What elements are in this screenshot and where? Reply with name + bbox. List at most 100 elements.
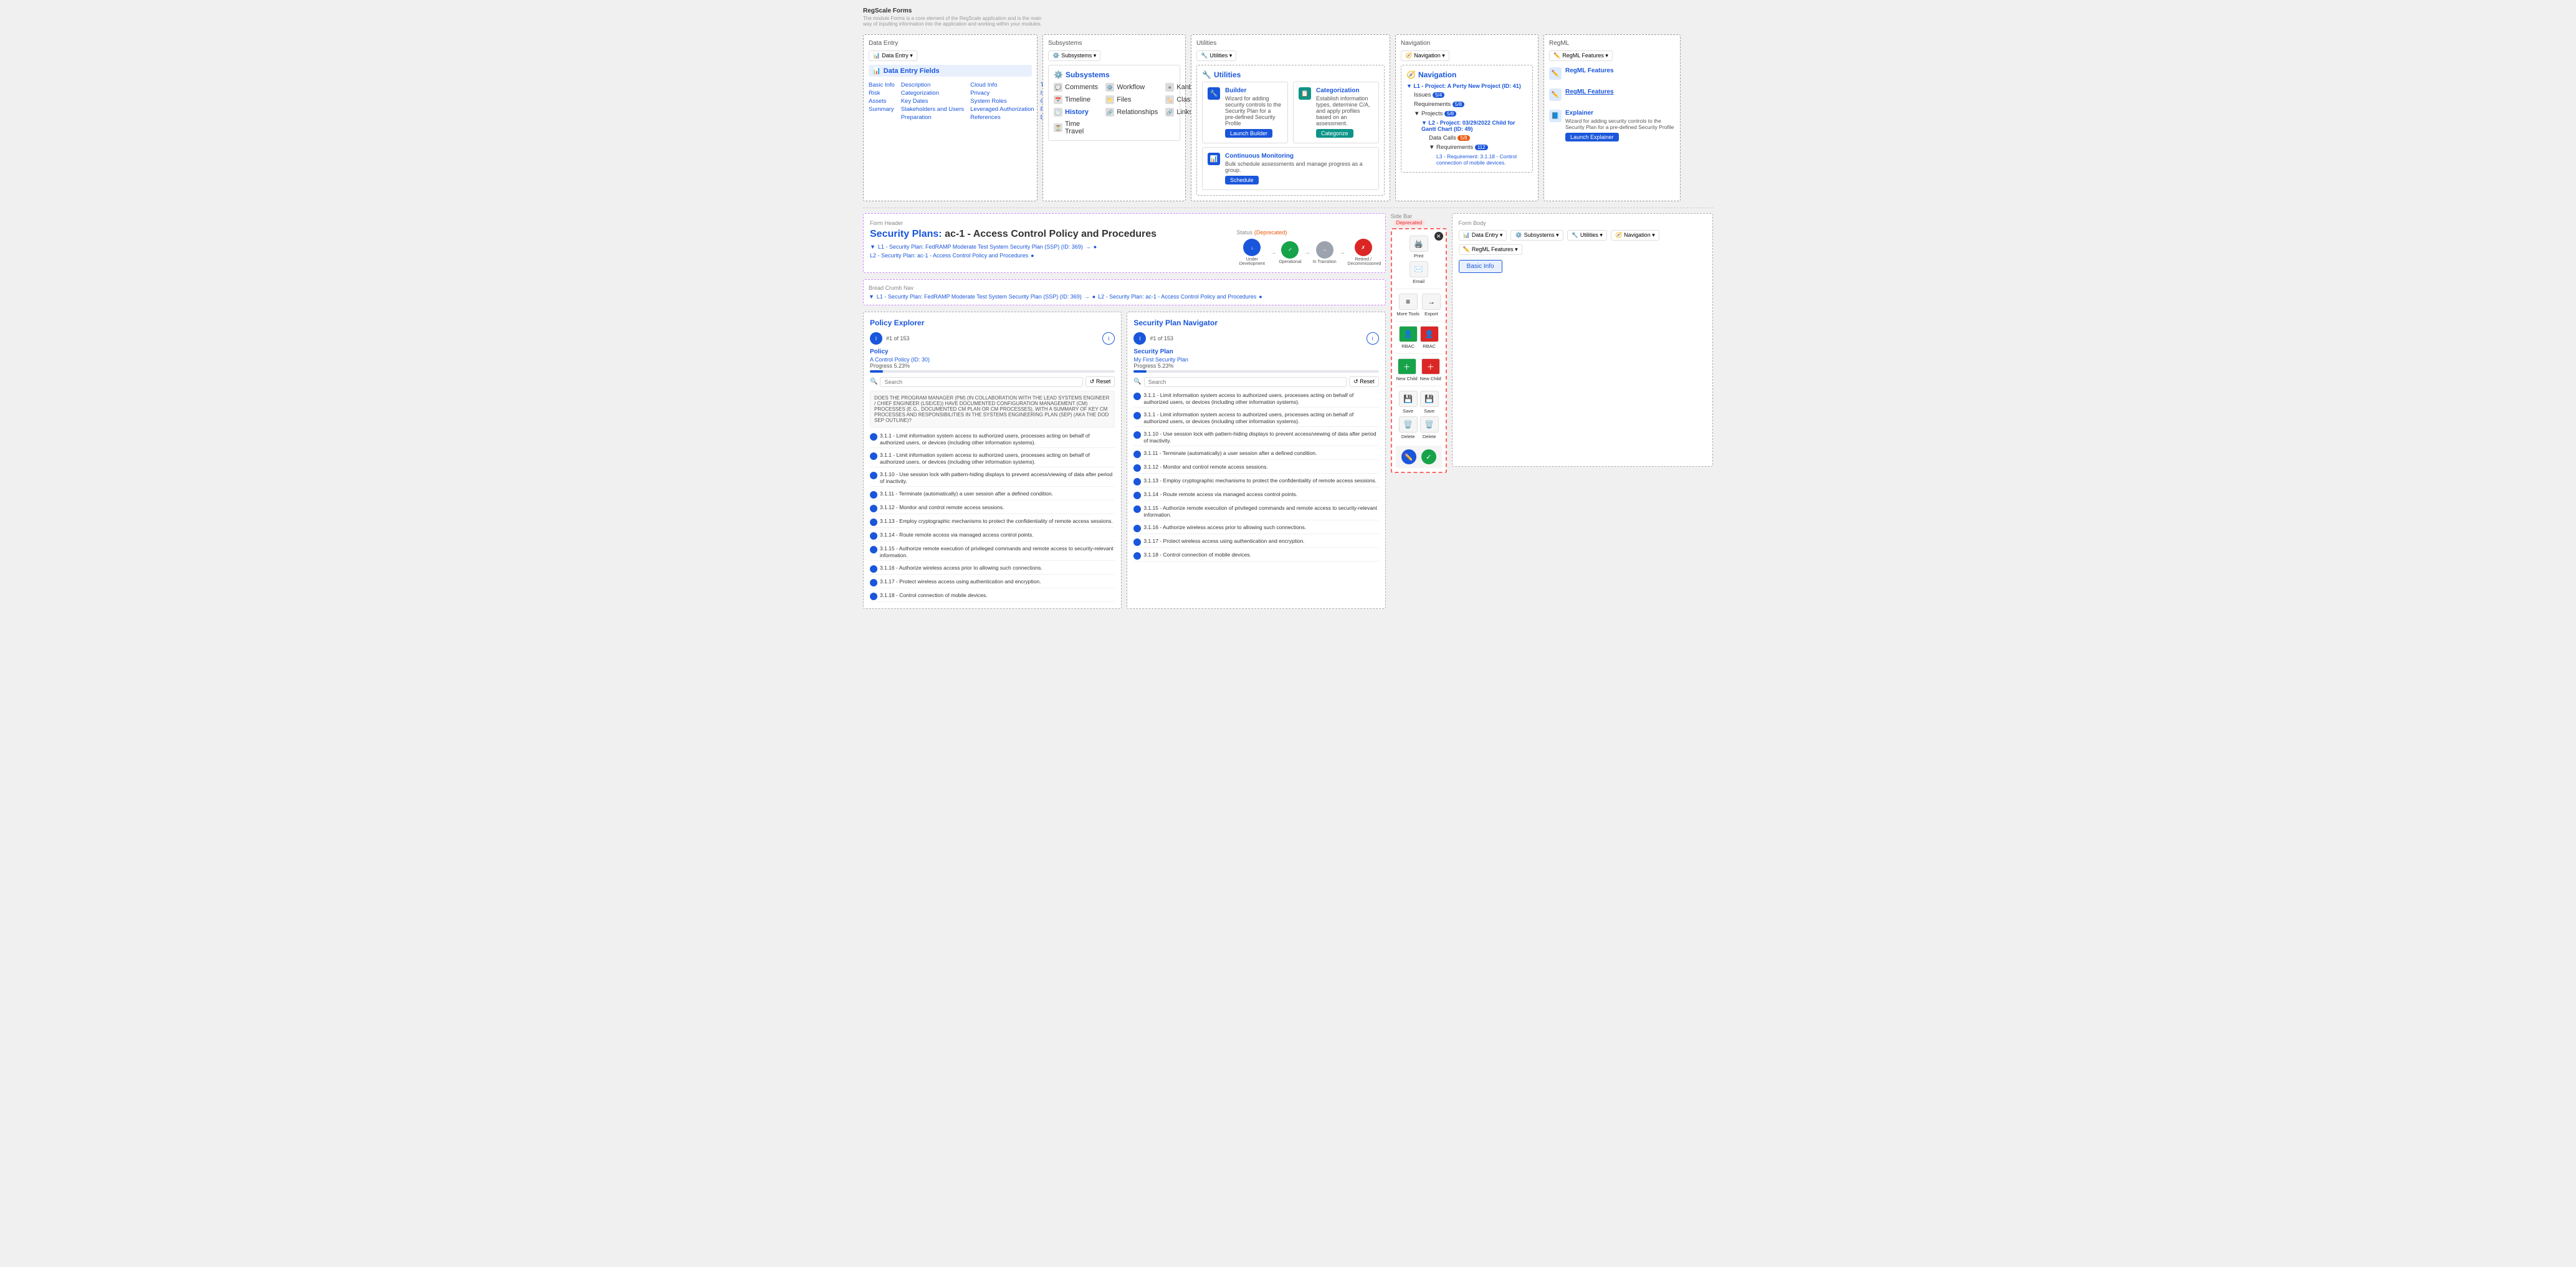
list-item: 3.1.16 - Authorize wireless access prior… (870, 563, 1115, 575)
sb-rbac-disable-btn[interactable]: 👤 RBAC (1420, 326, 1439, 349)
de-item-risk[interactable]: Risk (869, 90, 895, 97)
regml-features-link[interactable]: ✏️ RegML Features (1549, 86, 1675, 103)
de-item-categorization[interactable]: Categorization (901, 90, 964, 97)
rbac-disable-label: RBAC (1423, 343, 1436, 349)
de-item-leveraged-auth[interactable]: Leveraged Authorization (970, 106, 1034, 113)
schedule-btn[interactable]: Schedule (1225, 176, 1259, 184)
sb-rbac-enable-btn[interactable]: 👤 RBAC (1399, 326, 1418, 349)
subsys-files[interactable]: 📁Files (1105, 95, 1158, 104)
bc-l2[interactable]: L2 - Security Plan: ac-1 - Access Contro… (870, 252, 1028, 259)
fb-regml-btn[interactable]: ✏️ RegML Features ▾ (1459, 244, 1522, 255)
email-icon: ✉️ (1410, 261, 1428, 277)
sn-search-input[interactable] (1144, 377, 1347, 387)
launch-explainer-btn[interactable]: Launch Explainer (1565, 133, 1619, 141)
subsys-time-travel[interactable]: ⏳Time Travel (1054, 120, 1098, 135)
subsystems-menu-icon: ⚙️ (1054, 70, 1063, 79)
status-step-4[interactable]: ✗ (1355, 239, 1372, 256)
nav-tree-requirements[interactable]: Requirements 5/8 (1406, 100, 1527, 109)
nav-tree-l3[interactable]: L3 - Requirement: 3.1.18 - Control conne… (1406, 152, 1527, 167)
sb-export-btn[interactable]: → Export (1422, 294, 1441, 317)
regml-features-item[interactable]: ✏️ RegML Features (1549, 65, 1675, 82)
new-child-green-icon: ＋ (1398, 358, 1416, 375)
sn-plan-name[interactable]: My First Security Plan (1133, 356, 1378, 363)
email-label: Email (1413, 279, 1424, 284)
form-body-label: Form Body (1459, 220, 1706, 226)
continuous-monitoring-icon: 📊 (1208, 153, 1220, 165)
de-item-summary[interactable]: Summary (869, 106, 895, 113)
form-breadcrumb: ▼ L1 - Security Plan: FedRAMP Moderate T… (870, 244, 1224, 259)
status-step-1[interactable]: ↓ (1243, 239, 1261, 256)
sb-new-child-red-btn[interactable]: ＋ New Child (1420, 358, 1441, 381)
subsys-comments[interactable]: 💬Comments (1054, 83, 1098, 92)
pe-search-input[interactable] (880, 377, 1082, 387)
de-item-basic-info[interactable]: Basic Info (869, 82, 895, 88)
pe-search-area: 🔍 ↺ Reset (870, 376, 1115, 387)
sb-delete-right-btn[interactable]: 🗑️ Delete (1420, 416, 1439, 439)
navigation-dropdown-btn[interactable]: 🧭 Navigation ▾ (1401, 50, 1449, 61)
bnav-l1-dot: ● (1092, 294, 1095, 300)
regml-btn-label: RegML Features ▾ (1562, 52, 1608, 59)
de-item-description[interactable]: Description (901, 82, 964, 88)
utilities-dropdown-btn[interactable]: 🔧 Utilities ▾ (1196, 50, 1236, 61)
categorization-icon: 📋 (1299, 87, 1311, 100)
status-step-3[interactable]: → (1316, 241, 1333, 259)
subsys-history[interactable]: 🕐History (1054, 108, 1098, 117)
nav-tree-projects[interactable]: ▼ Projects 5/8 (1406, 109, 1527, 118)
sb-print-btn[interactable]: 🖨️ Print (1410, 236, 1428, 259)
sb-more-tools-btn[interactable]: ≡ More Tools (1396, 294, 1419, 317)
sb-new-child-green-btn[interactable]: ＋ New Child (1396, 358, 1417, 381)
de-item-system-roles[interactable]: System Roles (970, 98, 1034, 105)
list-item: 3.1.16 - Authorize wireless access prior… (1133, 523, 1378, 534)
bc-l1[interactable]: L1 - Security Plan: FedRAMP Moderate Tes… (878, 244, 1083, 250)
status-flow: ↓ Under Development → ✓ Operational → → (1236, 239, 1378, 266)
categorize-btn[interactable]: Categorize (1316, 129, 1353, 138)
nav-tree-l2-requirements[interactable]: ▼ Requirements 112 (1406, 143, 1527, 152)
export-label: Export (1424, 311, 1438, 317)
pe-info-icon[interactable]: i (1102, 332, 1115, 345)
regml-dropdown-btn[interactable]: ✏️ RegML Features ▾ (1549, 50, 1613, 61)
status-step-2[interactable]: ✓ (1281, 241, 1299, 259)
save-left-icon: 💾 (1399, 391, 1418, 407)
de-item-privacy[interactable]: Privacy (970, 90, 1034, 97)
sn-info-icon[interactable]: i (1367, 332, 1379, 345)
rbac-enable-label: RBAC (1401, 343, 1414, 349)
pe-reset-btn[interactable]: ↺ Reset (1085, 376, 1115, 387)
sb-save-left-btn[interactable]: 💾 Save (1399, 391, 1418, 414)
pe-policy-name[interactable]: A Control Policy (ID: 30) (870, 356, 1115, 363)
de-item-key-dates[interactable]: Key Dates (901, 98, 964, 105)
de-item-preparation[interactable]: Preparation (901, 114, 964, 121)
subsystems-dropdown-btn[interactable]: ⚙️ Subsystems ▾ (1048, 50, 1100, 61)
nav-tree-issues[interactable]: Issues 5/4 (1406, 90, 1527, 100)
fb-subsystems-btn[interactable]: ⚙️ Subsystems ▾ (1510, 230, 1563, 241)
subsys-timeline[interactable]: 📅Timeline (1054, 95, 1098, 104)
nav-tree-data-calls[interactable]: Data Calls 5/8 (1406, 133, 1527, 143)
launch-builder-btn[interactable]: Launch Builder (1225, 129, 1272, 138)
de-item-cloud-info[interactable]: Cloud Info (970, 82, 1034, 88)
fb-regml-label: RegML Features ▾ (1472, 246, 1518, 253)
sb-edit-icon[interactable]: ✏️ (1401, 449, 1416, 464)
de-item-assets[interactable]: Assets (869, 98, 895, 105)
basic-info-tab[interactable]: Basic Info (1459, 260, 1502, 273)
sb-save-right-btn[interactable]: 💾 Save (1420, 391, 1439, 414)
sb-check-icon[interactable]: ✓ (1421, 449, 1436, 464)
subsys-workflow[interactable]: ⚙️Workflow (1105, 83, 1158, 92)
sidebar-close-btn[interactable]: ✕ (1434, 232, 1443, 241)
sb-delete-left-btn[interactable]: 🗑️ Delete (1399, 416, 1418, 439)
sn-reset-btn[interactable]: ↺ Reset (1349, 376, 1379, 387)
fb-data-entry-btn[interactable]: 📊 Data Entry ▾ (1459, 230, 1507, 241)
fb-regml-icon: ✏️ (1463, 246, 1470, 253)
bnav-l1[interactable]: L1 - Security Plan: FedRAMP Moderate Tes… (877, 294, 1082, 300)
regml-items: ✏️ RegML Features ✏️ RegML Features 📘 Ex… (1549, 65, 1675, 144)
fb-utilities-btn[interactable]: 🔧 Utilities ▾ (1567, 230, 1607, 241)
subsys-relationships[interactable]: 🔗Relationships (1105, 108, 1158, 117)
data-entry-dropdown-btn[interactable]: 📊 Data Entry ▾ (869, 50, 917, 61)
sn-progress-label: Progress 5.23% (1133, 363, 1378, 369)
delete-left-icon: 🗑️ (1399, 416, 1418, 433)
list-item: 3.1.18 - Control connection of mobile de… (870, 591, 1115, 602)
sb-email-btn[interactable]: ✉️ Email (1410, 261, 1428, 284)
fb-navigation-btn[interactable]: 🧭 Navigation ▾ (1611, 230, 1659, 241)
pe-progress-bar (870, 370, 1115, 373)
bnav-l2[interactable]: L2 - Security Plan: ac-1 - Access Contro… (1098, 294, 1256, 300)
de-item-stakeholders[interactable]: Stakeholders and Users (901, 106, 964, 113)
de-item-references[interactable]: References (970, 114, 1034, 121)
